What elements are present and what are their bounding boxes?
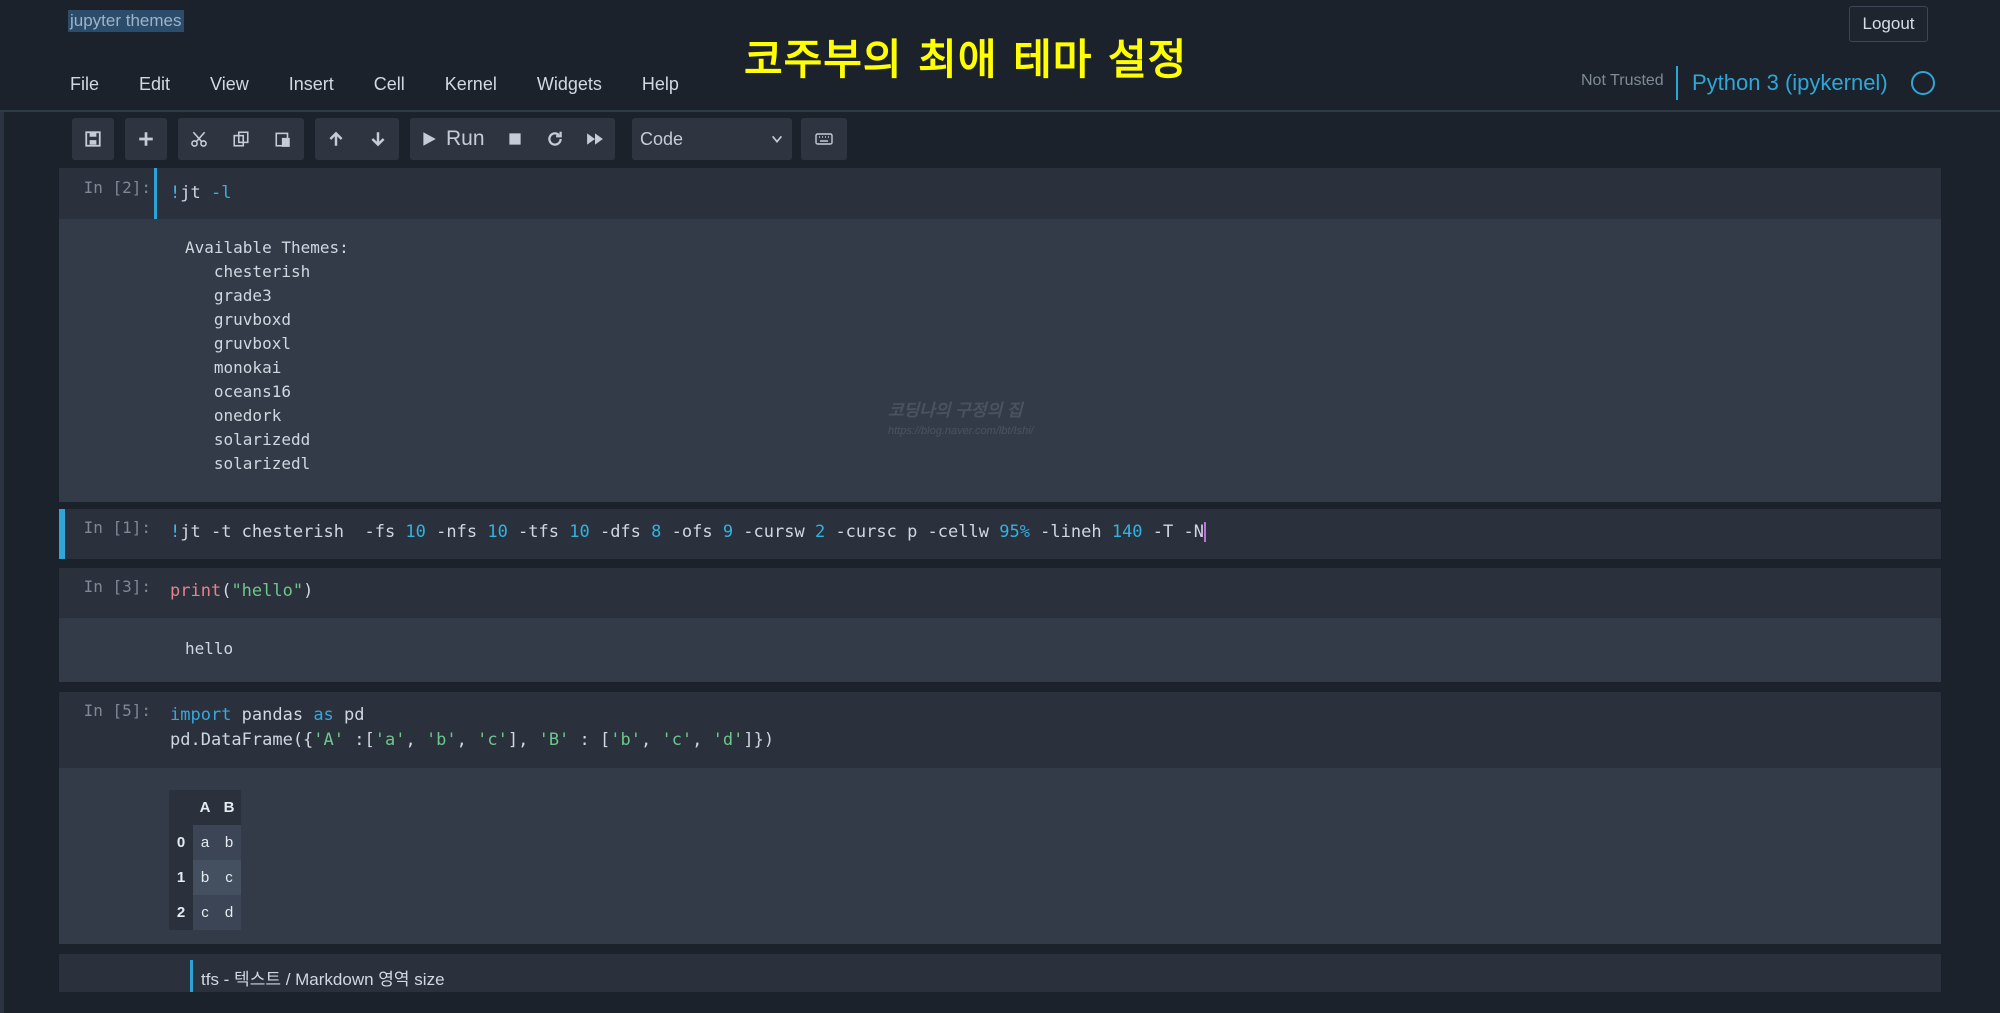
plus-icon[interactable] xyxy=(125,118,167,160)
cell-type-select[interactable]: Code xyxy=(632,118,792,160)
kernel-separator xyxy=(1676,66,1678,100)
output-line: gruvboxd xyxy=(185,310,291,329)
notebook-header: jupyter themes 코주부의 최애 테마 설정 Logout File… xyxy=(0,0,2000,112)
column-header: A xyxy=(193,790,217,825)
code-cell[interactable]: In [2]: !jt -l Available Themes: chester… xyxy=(59,168,1941,502)
menu-file[interactable]: File xyxy=(70,74,99,95)
cell-input[interactable]: In [2]: !jt -l xyxy=(59,168,1941,219)
cell-prompt: In [1]: xyxy=(83,518,151,537)
text-cursor xyxy=(1203,522,1206,542)
output-line: solarizedd xyxy=(185,430,311,449)
output-line: gruvboxl xyxy=(185,334,291,353)
cell-input[interactable]: In [1]: !jt -t chesterish -fs 10 -nfs 10… xyxy=(59,509,1941,559)
code-line[interactable]: !jt -t chesterish -fs 10 -nfs 10 -tfs 10… xyxy=(170,520,1206,545)
column-header: B xyxy=(217,790,241,825)
cell-output: Available Themes: chesterish grade3 gruv… xyxy=(59,219,1941,502)
menu-view[interactable]: View xyxy=(210,74,249,95)
code-cell[interactable]: In [5]: import pandas as pd pd.DataFrame… xyxy=(59,692,1941,944)
row-index: 2 xyxy=(169,895,193,930)
watermark-url: https://blog.naver.com/lbt/Ishi/ xyxy=(888,425,1034,437)
table-cell: a xyxy=(193,825,217,860)
index-header xyxy=(169,790,193,825)
output-text: hello xyxy=(185,639,234,658)
input-border xyxy=(154,168,157,219)
run-label: Run xyxy=(446,127,485,150)
menu-edit[interactable]: Edit xyxy=(139,74,170,95)
cell-input[interactable]: In [5]: import pandas as pd pd.DataFrame… xyxy=(59,692,1941,768)
table-row: 0 a b xyxy=(169,825,241,860)
table-cell: d xyxy=(217,895,241,930)
markdown-border xyxy=(190,960,193,992)
table-cell: b xyxy=(193,860,217,895)
logout-button[interactable]: Logout xyxy=(1849,6,1928,42)
notebook-name[interactable]: jupyter themes xyxy=(68,10,184,32)
menu-bar: File Edit View Insert Cell Kernel Widget… xyxy=(70,74,719,95)
cell-output: hello xyxy=(59,618,1941,682)
menu-help[interactable]: Help xyxy=(642,74,679,95)
paste-icon[interactable] xyxy=(262,118,304,160)
fast-forward-icon[interactable] xyxy=(575,118,615,160)
play-icon xyxy=(423,132,436,146)
watermark-title: 코딩나의 구정의 집 xyxy=(888,401,1023,420)
menu-widgets[interactable]: Widgets xyxy=(537,74,602,95)
kernel-status-icon xyxy=(1911,71,1935,95)
output-line: Available Themes: xyxy=(185,238,349,257)
code-line[interactable]: print("hello") xyxy=(170,579,313,604)
table-cell: c xyxy=(193,895,217,930)
cell-input[interactable]: In [3]: print("hello") xyxy=(59,568,1941,618)
chevron-down-icon xyxy=(771,135,783,143)
overlay-title: 코주부의 최애 테마 설정 xyxy=(744,35,1188,84)
keyboard-icon[interactable] xyxy=(801,118,847,160)
menu-cell[interactable]: Cell xyxy=(374,74,405,95)
toolbar-group-run: Run xyxy=(410,118,615,160)
cell-prompt: In [3]: xyxy=(83,577,151,596)
arrow-up-icon[interactable] xyxy=(315,118,357,160)
trust-status[interactable]: Not Trusted xyxy=(1581,72,1664,90)
save-icon[interactable] xyxy=(72,118,114,160)
table-row: 2 c d xyxy=(169,895,241,930)
menu-kernel[interactable]: Kernel xyxy=(445,74,497,95)
arrow-down-icon[interactable] xyxy=(357,118,399,160)
row-index: 0 xyxy=(169,825,193,860)
table-row: 1 b c xyxy=(169,860,241,895)
stop-icon[interactable] xyxy=(495,118,535,160)
copy-icon[interactable] xyxy=(220,118,262,160)
output-line: oceans16 xyxy=(185,382,291,401)
table-header-row: A B xyxy=(169,790,241,825)
run-button[interactable]: Run xyxy=(410,118,495,160)
output-line: grade3 xyxy=(185,286,272,305)
kernel-name[interactable]: Python 3 (ipykernel) xyxy=(1692,70,1888,96)
output-line: onedork xyxy=(185,406,282,425)
output-line: solarizedl xyxy=(185,454,311,473)
cell-prompt: In [5]: xyxy=(83,701,151,720)
toolbar-group-move xyxy=(315,118,399,160)
output-text: Available Themes: chesterish grade3 gruv… xyxy=(185,236,349,476)
cell-prompt: In [2]: xyxy=(83,178,151,197)
watermark: 코딩나의 구정의 집 https://blog.naver.com/lbt/Is… xyxy=(888,396,1034,437)
table-cell: c xyxy=(217,860,241,895)
output-line: monokai xyxy=(185,358,282,377)
output-line: chesterish xyxy=(185,262,311,281)
code-line[interactable]: !jt -l xyxy=(170,181,231,206)
toolbar-group-insert xyxy=(125,118,167,160)
cell-type-value: Code xyxy=(640,128,684,149)
toolbar-group-save xyxy=(72,118,114,160)
row-index: 1 xyxy=(169,860,193,895)
code-cell[interactable]: In [3]: print("hello") hello xyxy=(59,568,1941,682)
table-cell: b xyxy=(217,825,241,860)
dataframe-table: A B 0 a b 1 b c 2 c d xyxy=(169,790,241,930)
code-cell-selected[interactable]: In [1]: !jt -t chesterish -fs 10 -nfs 10… xyxy=(59,509,1941,559)
toolbar-group-keyboard xyxy=(801,118,847,160)
markdown-cell[interactable]: tfs - 텍스트 / Markdown 영역 size xyxy=(59,954,1941,992)
markdown-text[interactable]: tfs - 텍스트 / Markdown 영역 size xyxy=(201,965,445,990)
cell-output: A B 0 a b 1 b c 2 c d xyxy=(59,768,1941,944)
restart-icon[interactable] xyxy=(535,118,575,160)
toolbar-group-clipboard xyxy=(178,118,304,160)
window-left-edge xyxy=(0,0,4,1013)
cut-icon[interactable] xyxy=(178,118,220,160)
menu-insert[interactable]: Insert xyxy=(289,74,334,95)
code-block[interactable]: import pandas as pd pd.DataFrame({'A' :[… xyxy=(170,703,774,753)
